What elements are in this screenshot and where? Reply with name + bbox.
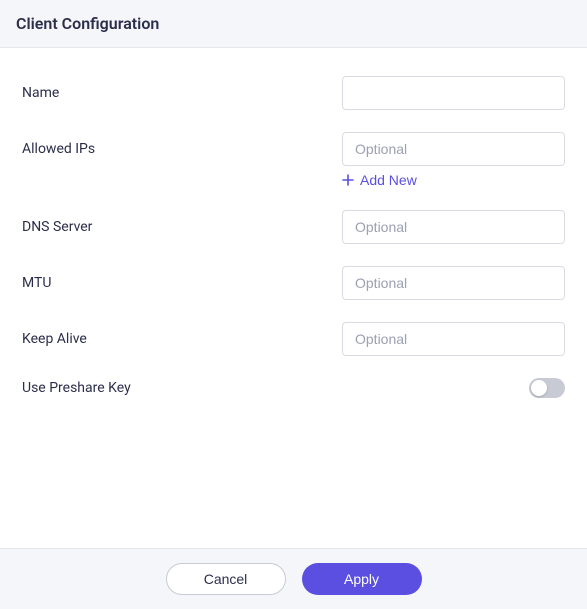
apply-button[interactable]: Apply bbox=[302, 563, 422, 595]
label-keep-alive: Keep Alive bbox=[22, 331, 342, 347]
row-mtu: MTU bbox=[22, 266, 565, 300]
keep-alive-input[interactable] bbox=[342, 322, 565, 356]
mtu-input[interactable] bbox=[342, 266, 565, 300]
label-preshare-key: Use Preshare Key bbox=[22, 380, 529, 396]
row-preshare-key: Use Preshare Key bbox=[22, 378, 565, 398]
add-new-label: Add New bbox=[360, 172, 417, 188]
row-keep-alive: Keep Alive bbox=[22, 322, 565, 356]
row-name: Name bbox=[22, 76, 565, 110]
dns-server-input[interactable] bbox=[342, 210, 565, 244]
dialog-header: Client Configuration bbox=[0, 0, 587, 48]
cancel-button[interactable]: Cancel bbox=[166, 563, 286, 595]
label-allowed-ips: Allowed IPs bbox=[22, 141, 342, 157]
addnew-spacer bbox=[22, 172, 342, 188]
name-input[interactable] bbox=[342, 76, 565, 110]
dialog-title: Client Configuration bbox=[16, 14, 571, 33]
label-mtu: MTU bbox=[22, 275, 342, 291]
preshare-key-toggle[interactable] bbox=[529, 378, 565, 398]
label-dns-server: DNS Server bbox=[22, 219, 342, 235]
allowed-ips-input[interactable] bbox=[342, 132, 565, 166]
toggle-knob bbox=[531, 380, 547, 396]
row-add-new: Add New bbox=[22, 172, 565, 188]
row-allowed-ips: Allowed IPs bbox=[22, 132, 565, 166]
add-new-button[interactable]: Add New bbox=[342, 172, 417, 188]
label-name: Name bbox=[22, 85, 342, 101]
row-dns-server: DNS Server bbox=[22, 210, 565, 244]
plus-icon bbox=[342, 174, 354, 186]
form-content: Name Allowed IPs Add New DNS Server MTU … bbox=[0, 48, 587, 548]
dialog-footer: Cancel Apply bbox=[0, 548, 587, 609]
